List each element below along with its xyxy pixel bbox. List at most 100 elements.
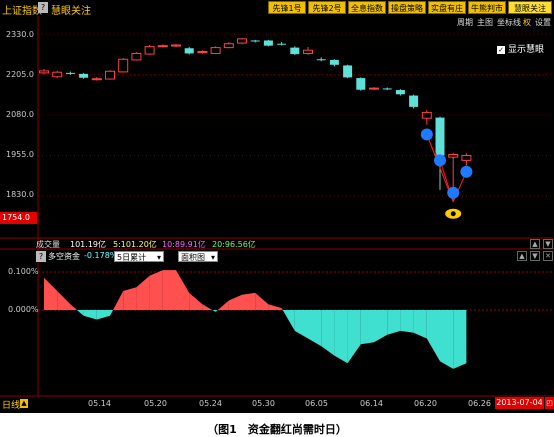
date-tick: 06.14 xyxy=(360,399,383,408)
volume-ma10: 10:89.91亿 xyxy=(162,240,206,249)
close-icon[interactable]: ✕ xyxy=(543,251,553,261)
candle-body-down xyxy=(277,43,287,45)
indicator-area xyxy=(176,270,190,310)
date-tick: 06.05 xyxy=(305,399,328,408)
indicator-area xyxy=(70,304,77,310)
indicator-area xyxy=(374,310,388,343)
help-icon[interactable]: ? xyxy=(36,251,46,262)
chevron-down-icon: ▾ xyxy=(210,253,215,262)
indicator-area xyxy=(123,287,137,310)
candle-body-up xyxy=(448,154,459,158)
candle-body-up xyxy=(91,78,102,81)
indicator-area xyxy=(77,310,84,316)
indicator-area xyxy=(387,310,401,335)
indicator-area xyxy=(242,292,256,310)
candle-body-down xyxy=(395,90,405,95)
indicator-tick: 0.000% xyxy=(8,305,39,314)
restore-icon[interactable]: ▼ xyxy=(530,251,540,261)
indicator-area xyxy=(281,308,283,310)
candle-body-down xyxy=(250,40,260,42)
period-label[interactable]: 日线 xyxy=(2,398,20,411)
candle-body-up xyxy=(303,49,313,54)
indicator-area xyxy=(426,310,440,362)
indicator-area xyxy=(44,277,58,310)
indicator-area xyxy=(268,304,282,310)
indicator-area xyxy=(282,310,295,331)
candle-body-down xyxy=(184,48,194,54)
corner-marker-icon[interactable]: ◰ xyxy=(545,397,554,409)
candle-body-down xyxy=(329,59,339,65)
date-tick: 06.26 xyxy=(468,399,491,408)
indicator-area xyxy=(113,291,124,310)
indicator-area xyxy=(321,310,335,356)
triangle-up-icon[interactable]: ▲ xyxy=(20,399,28,408)
stock-chart-screen: 上证指数 ? 慧眼关注 先锋1号 先锋2号 全息指数 操盘策略 实盘有庄 牛熊判… xyxy=(0,0,554,413)
chart-canvas xyxy=(0,16,554,397)
indicator-area xyxy=(96,310,110,320)
candle-body-down xyxy=(316,59,326,61)
indicator-area xyxy=(360,310,374,345)
candle-body-up xyxy=(210,47,221,54)
indicator-area xyxy=(255,292,269,310)
candle-body-up xyxy=(157,45,168,48)
indicator-area xyxy=(83,310,97,320)
candle-body-up xyxy=(39,70,49,74)
candle-body-up xyxy=(171,44,181,47)
chart-type-select[interactable]: 面积图 ▾ xyxy=(178,251,218,262)
volume-value: 101.19亿 xyxy=(70,240,106,249)
candle-body-down xyxy=(263,40,273,46)
candle-body-up xyxy=(369,87,379,90)
accumulation-select-value: 5日累计 xyxy=(117,253,147,262)
date-tick: 06.20 xyxy=(414,399,437,408)
candle-body-up xyxy=(421,111,432,119)
candle-body-down xyxy=(409,95,419,107)
chevron-down-icon: ▾ xyxy=(156,253,161,262)
indicator-area xyxy=(110,310,114,316)
candle-body-down xyxy=(356,78,366,90)
current-date-label: 2013-07-04 xyxy=(495,397,544,409)
volume-ma5: 5:101.20亿 xyxy=(113,240,157,249)
indicator-area xyxy=(413,310,427,339)
blue-dot-marker xyxy=(420,128,433,141)
indicator-area xyxy=(440,310,454,369)
indicator-area xyxy=(202,304,213,310)
date-tick: 05.14 xyxy=(88,399,111,408)
indicator-area xyxy=(308,310,322,347)
indicator-area xyxy=(400,310,414,333)
indicator-area xyxy=(294,310,308,339)
expand-icon[interactable]: ▲ xyxy=(517,251,527,261)
expand-icon[interactable]: ▲ xyxy=(530,239,540,249)
candle-body-up xyxy=(223,43,234,49)
candle-body-down xyxy=(435,117,445,156)
candle-body-up xyxy=(105,70,115,80)
date-tick: 05.30 xyxy=(252,399,275,408)
accumulation-select[interactable]: 5日累计 ▾ xyxy=(114,251,164,262)
restore-icon[interactable]: ▼ xyxy=(543,239,553,249)
blue-dot-marker xyxy=(434,154,446,167)
blue-dot-marker xyxy=(460,165,473,178)
candle-body-up xyxy=(131,52,142,61)
candle-body-up xyxy=(197,50,208,53)
indicator-area xyxy=(347,310,361,364)
candle-body-down xyxy=(79,73,89,78)
indicator-area xyxy=(453,310,467,369)
indicator-area xyxy=(136,275,150,310)
candle-body-up xyxy=(461,155,472,161)
candle-body-up xyxy=(118,58,129,73)
candle-body-down xyxy=(343,65,353,78)
indicator-area xyxy=(57,291,71,310)
chart-type-select-value: 面积图 xyxy=(181,253,205,262)
volume-ma20: 20:96.56亿 xyxy=(212,240,256,249)
indicator-area xyxy=(212,310,216,312)
indicator-name: 多空资金 xyxy=(48,252,80,261)
candle-body-down xyxy=(382,88,392,90)
indicator-area xyxy=(217,300,229,310)
indicator-area xyxy=(228,294,242,310)
indicator-area xyxy=(334,310,348,364)
indicator-area xyxy=(149,270,163,310)
candle-body-up xyxy=(52,71,63,78)
indicator-area xyxy=(189,292,203,310)
volume-label: 成交量 xyxy=(36,240,60,249)
indicator-value: -0.178% xyxy=(84,251,118,260)
date-tick: 05.24 xyxy=(199,399,222,408)
